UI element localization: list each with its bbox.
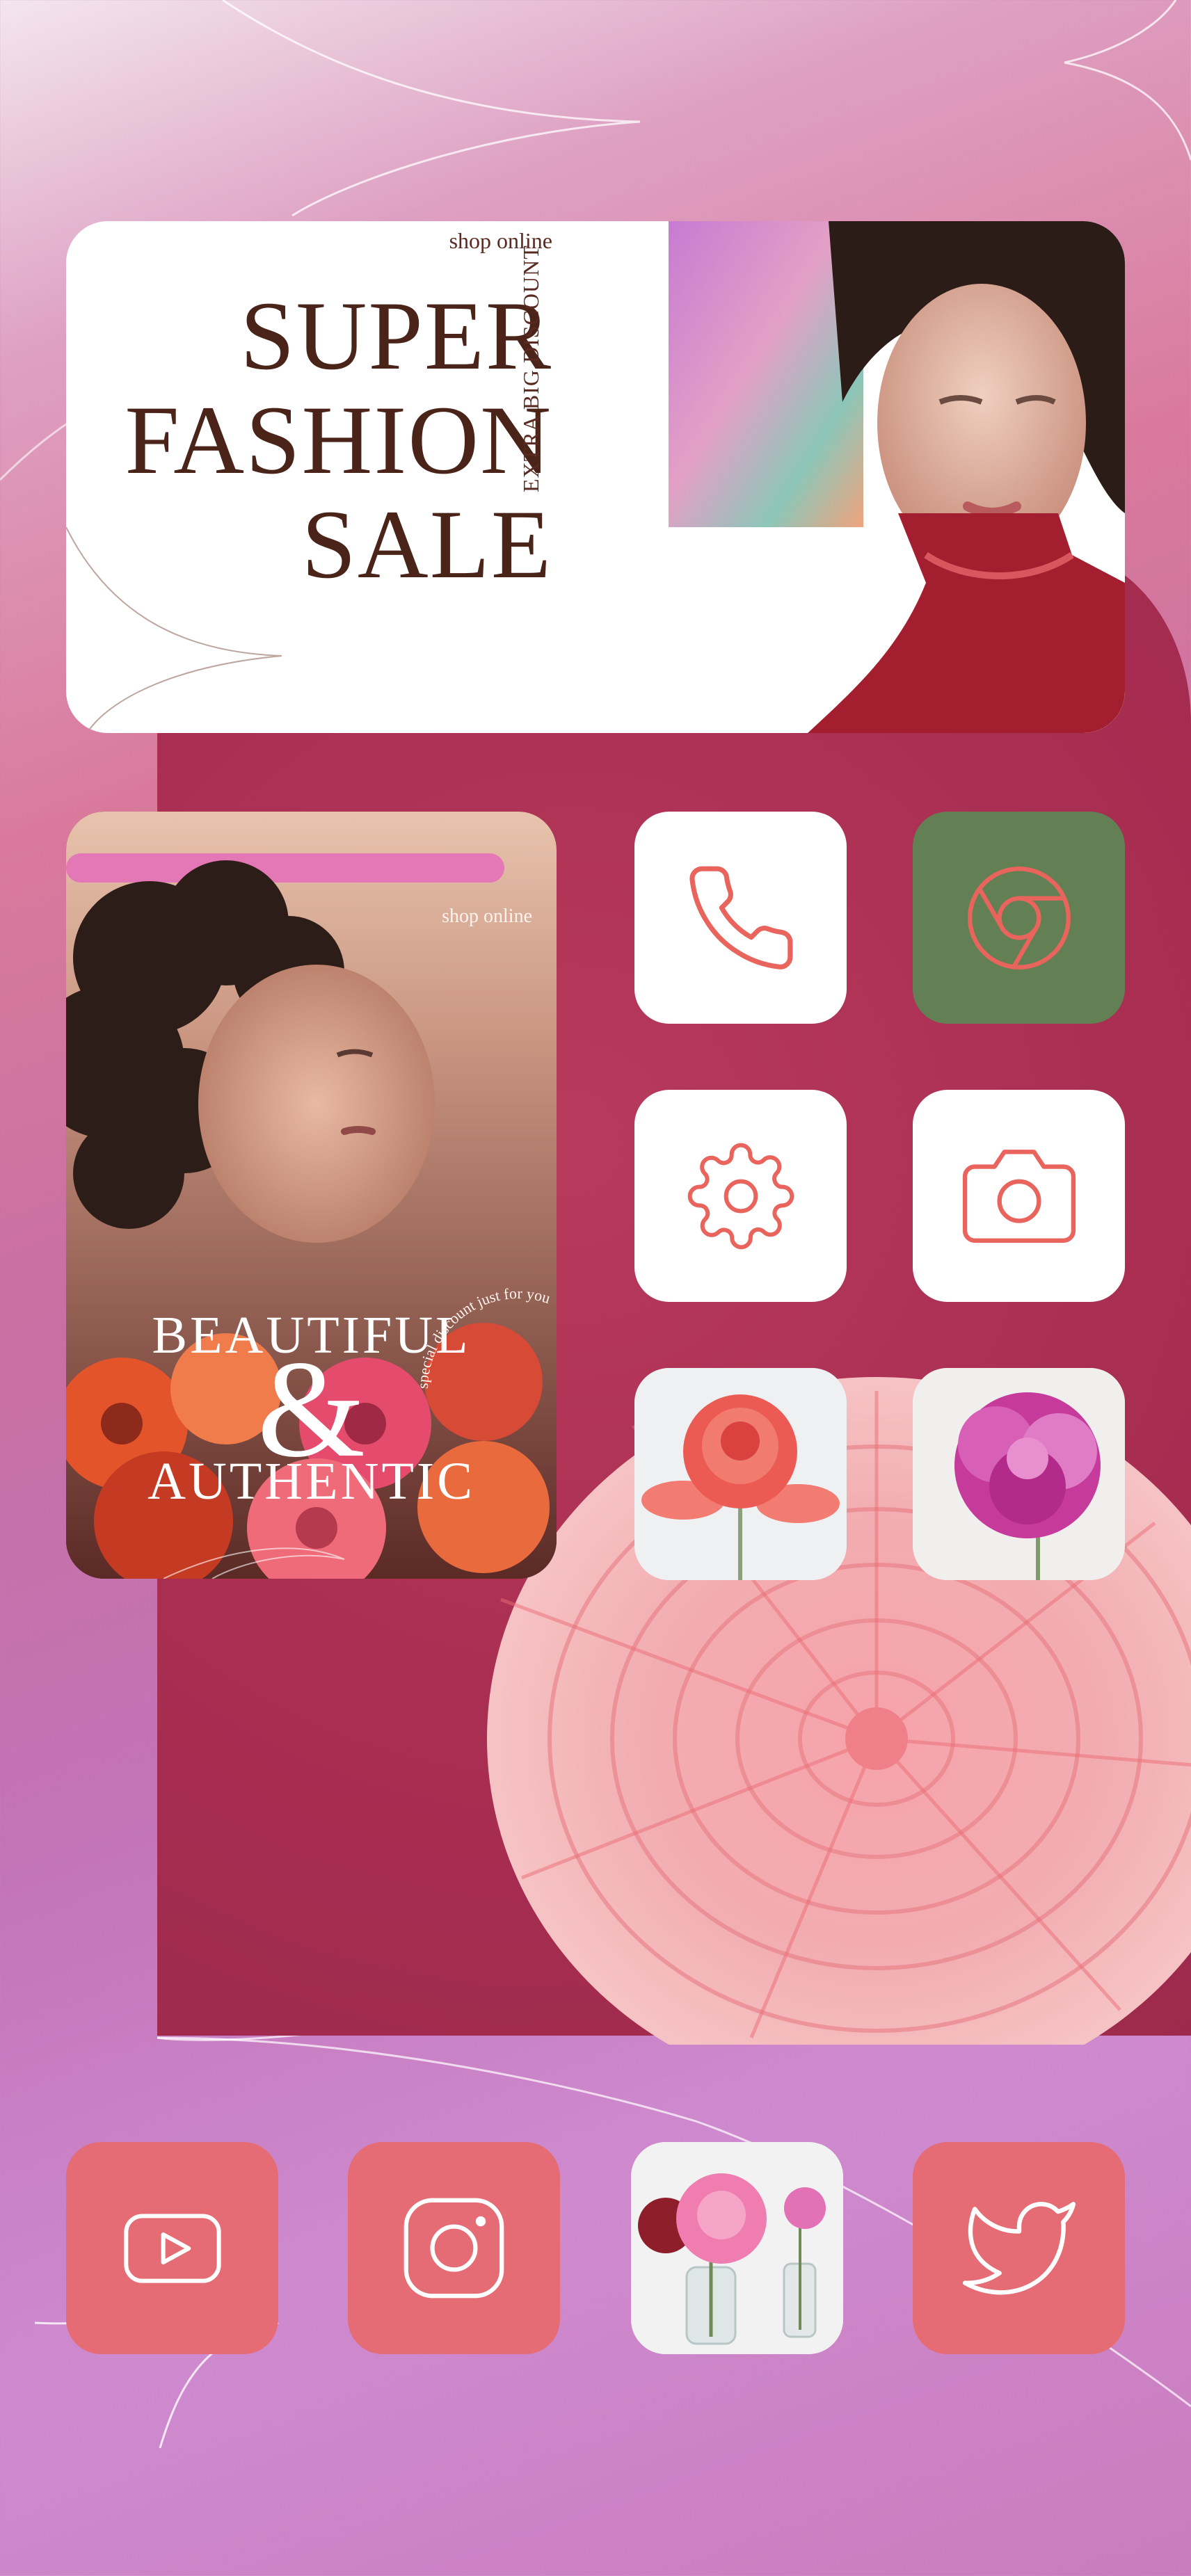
gear-icon: [687, 1143, 794, 1249]
youtube-app-button[interactable]: [66, 2142, 278, 2354]
instagram-app-button[interactable]: [348, 2142, 560, 2354]
headline-line-2: FASHION: [125, 386, 552, 494]
twitter-app-button[interactable]: [913, 2142, 1125, 2354]
pink-peony-image: [913, 1368, 1125, 1580]
instagram-icon: [403, 2198, 504, 2299]
chrome-icon: [967, 866, 1071, 969]
rose-photo-button[interactable]: [634, 1368, 847, 1580]
youtube-icon: [123, 2213, 221, 2283]
beautiful-authentic-widget[interactable]: shop online BEAUTIFUL & AUTHENTIC specia…: [66, 812, 557, 1579]
settings-app-button[interactable]: [634, 1090, 847, 1302]
headline-line-3: SALE: [301, 490, 552, 599]
red-rose-image: [634, 1368, 847, 1580]
peony-photo-button[interactable]: [913, 1368, 1125, 1580]
banner-side-text: EXTRA BIG DISCOUNT: [518, 245, 543, 492]
fashion-sale-banner[interactable]: shop online SUPER FASHION SALE EXTRA BIG…: [66, 221, 1125, 733]
phone-app-button[interactable]: [634, 812, 847, 1024]
flowers-vase-image: [631, 2142, 843, 2354]
camera-icon: [962, 1149, 1076, 1243]
svg-text:special discount just for you: special discount just for you: [414, 1285, 552, 1389]
camera-app-button[interactable]: [913, 1090, 1125, 1302]
widget-arc-text: special discount just for you: [414, 1285, 552, 1389]
widget-title-bottom: AUTHENTIC: [147, 1452, 475, 1511]
twitter-icon: [962, 2201, 1076, 2294]
widget-shop-label: shop online: [442, 905, 532, 927]
headline-line-1: SUPER: [240, 282, 552, 390]
phone-icon: [689, 866, 792, 969]
flowers-photo-button[interactable]: [631, 2142, 843, 2354]
banner-headline: SUPER FASHION SALE: [125, 284, 552, 597]
model-portrait-image: [669, 221, 1125, 733]
chrome-app-button[interactable]: [913, 812, 1125, 1024]
